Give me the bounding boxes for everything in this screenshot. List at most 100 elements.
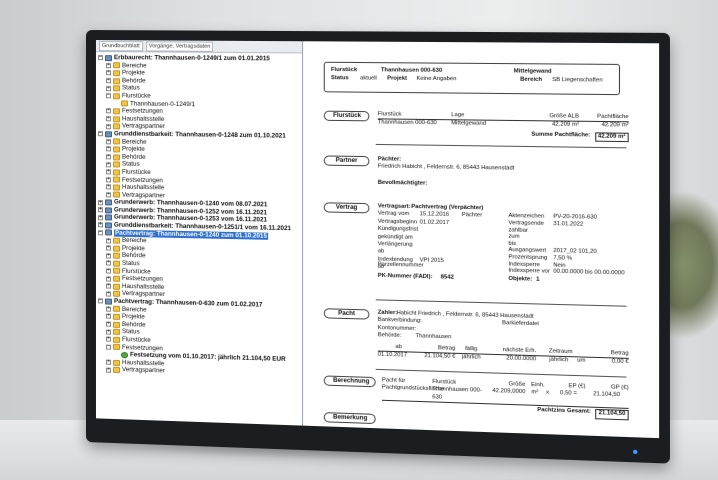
collapse-toggle-icon[interactable]: − xyxy=(97,130,103,137)
tree-node-label: Flurstücke xyxy=(122,92,151,100)
vertrag-button[interactable]: Vertrag xyxy=(323,202,370,214)
expand-toggle-icon[interactable]: + xyxy=(105,191,111,198)
expand-toggle-icon[interactable]: + xyxy=(105,366,111,373)
expand-toggle-icon[interactable]: + xyxy=(105,153,111,160)
ber-cell-groesse: 42.209,0000 xyxy=(492,388,526,396)
expand-toggle-icon[interactable]: + xyxy=(97,214,103,221)
expand-toggle-icon[interactable]: + xyxy=(105,85,111,91)
folder-icon xyxy=(112,169,121,176)
expand-toggle-icon[interactable]: + xyxy=(105,169,111,175)
contract-icon xyxy=(104,130,112,138)
expand-toggle-icon[interactable]: + xyxy=(105,283,111,289)
expand-toggle-icon[interactable]: + xyxy=(105,313,111,320)
toolbar-field-vorgaenge[interactable]: Vorgänge, Vertragsdaten xyxy=(145,40,214,52)
expand-toggle-icon[interactable]: + xyxy=(105,176,111,183)
folder-icon xyxy=(112,70,121,77)
expand-toggle-icon[interactable]: + xyxy=(105,336,111,342)
bevollmaechtigter-label: Bevollmächtigter: xyxy=(377,179,428,187)
bank-value: Barkieferdatei xyxy=(502,320,539,328)
expand-toggle-icon[interactable]: + xyxy=(105,123,111,129)
folder-icon xyxy=(112,153,121,161)
expand-toggle-icon[interactable]: + xyxy=(97,206,103,213)
divider xyxy=(375,368,627,378)
folder-icon xyxy=(112,283,121,290)
expand-toggle-icon[interactable]: + xyxy=(97,199,103,205)
screen: Grundbuchblatt Vorgänge, Vertragsdaten −… xyxy=(95,40,660,439)
cell-groesse: 42.209 m² xyxy=(551,121,580,129)
expand-toggle-icon[interactable]: + xyxy=(105,252,111,259)
collapse-toggle-icon[interactable]: − xyxy=(97,298,103,304)
ber-row-label: Pachtgrundstücksfläche xyxy=(381,384,445,393)
flurstueck-button[interactable]: Flurstück xyxy=(323,110,370,122)
expand-toggle-icon[interactable]: + xyxy=(105,321,111,327)
expand-toggle-icon[interactable]: + xyxy=(105,260,111,266)
power-led xyxy=(633,449,638,455)
folder-icon xyxy=(112,108,121,115)
expand-toggle-icon[interactable]: + xyxy=(105,359,111,365)
folder-icon xyxy=(112,115,121,122)
divider xyxy=(375,143,627,149)
expand-toggle-icon[interactable]: + xyxy=(105,62,111,69)
bemerkung-button[interactable]: Bemerkung xyxy=(323,412,376,425)
objekte-label: Objekte: xyxy=(508,276,533,283)
expand-toggle-icon[interactable]: + xyxy=(105,108,111,114)
folder-icon xyxy=(112,359,121,366)
expand-toggle-icon[interactable]: + xyxy=(105,161,111,167)
partner-button[interactable]: Partner xyxy=(323,155,370,167)
folder-icon xyxy=(121,100,129,107)
header-status-label: Status xyxy=(330,75,349,82)
divider xyxy=(375,299,627,307)
expand-toggle-icon[interactable]: + xyxy=(105,77,111,84)
folder-icon xyxy=(112,260,121,267)
expand-toggle-icon[interactable]: + xyxy=(105,146,111,152)
folder-icon xyxy=(112,336,121,343)
ber-cell-x: x xyxy=(545,390,549,397)
pacht-cell-betrag2: 0,00 € xyxy=(611,358,629,366)
header-bereich-value: SB Liegenschaften xyxy=(552,76,603,84)
expand-toggle-icon[interactable]: + xyxy=(105,70,111,76)
expand-toggle-icon[interactable]: + xyxy=(97,222,103,228)
collapse-toggle-icon[interactable]: − xyxy=(97,54,103,61)
expand-toggle-icon[interactable]: + xyxy=(105,275,111,282)
expand-toggle-icon[interactable]: + xyxy=(105,115,111,122)
contract-icon xyxy=(104,207,112,214)
expand-toggle-icon[interactable]: + xyxy=(105,267,111,274)
tree-node-label: Projekte xyxy=(122,69,145,77)
expand-toggle-icon[interactable]: + xyxy=(105,328,111,335)
collapse-toggle-icon[interactable]: − xyxy=(97,229,103,236)
pacht-col-naechste: nächste Erh. xyxy=(502,346,537,354)
pacht-section: Zahler: Habicht Friedrich , Feldernstr. … xyxy=(377,310,629,367)
pacht-col-betrag2: Betrag xyxy=(610,349,629,357)
cell-flurstueck: Thannhausen 000-630 xyxy=(377,119,437,127)
pacht-button[interactable]: Pacht xyxy=(323,308,370,320)
collapse-toggle-icon[interactable]: − xyxy=(105,92,111,99)
expand-toggle-icon[interactable]: + xyxy=(105,305,111,312)
folder-icon xyxy=(112,344,121,351)
expand-toggle-icon[interactable]: + xyxy=(105,245,111,251)
berechnung-button[interactable]: Berechnung xyxy=(323,375,376,388)
expand-toggle-icon[interactable]: + xyxy=(105,237,111,244)
expand-toggle-icon[interactable]: + xyxy=(105,138,111,145)
pk-label: PK-Nummer (FADI): xyxy=(377,272,433,281)
expand-toggle-icon[interactable]: + xyxy=(105,290,111,297)
folder-icon xyxy=(112,161,121,168)
folder-icon xyxy=(112,146,121,153)
pk-value: 8542 xyxy=(440,274,454,281)
expand-toggle-icon[interactable]: + xyxy=(105,184,111,190)
paechter-value: Friedrich Habicht , Feldernstr. 6, 85443… xyxy=(377,163,515,173)
folder-icon xyxy=(112,184,121,191)
folder-icon xyxy=(112,366,121,374)
monitor: Grundbuchblatt Vorgänge, Vertragsdaten −… xyxy=(86,30,670,464)
tree-node-label: Vertragspartner xyxy=(122,366,165,375)
col-pachtflaeche: Pachtfläche xyxy=(597,113,629,121)
collapse-toggle-icon[interactable]: − xyxy=(105,343,111,350)
pacht-col-faellig: fällig xyxy=(465,345,478,353)
folder-icon xyxy=(112,191,121,199)
objekte-value: 1 xyxy=(536,276,540,283)
vertrag-field-value xyxy=(420,242,462,258)
header-bereich-label: Bereich xyxy=(520,76,543,84)
contract-icon xyxy=(104,199,112,206)
flurstueck-section: Flurstück Lage Größe ALB Pachtfläche Tha… xyxy=(377,111,629,143)
toolbar-field-grundbuch[interactable]: Grundbuchblatt xyxy=(98,40,143,51)
document-pane: Flurstück Thannhausen 000-630 Mittelgewa… xyxy=(303,41,660,439)
